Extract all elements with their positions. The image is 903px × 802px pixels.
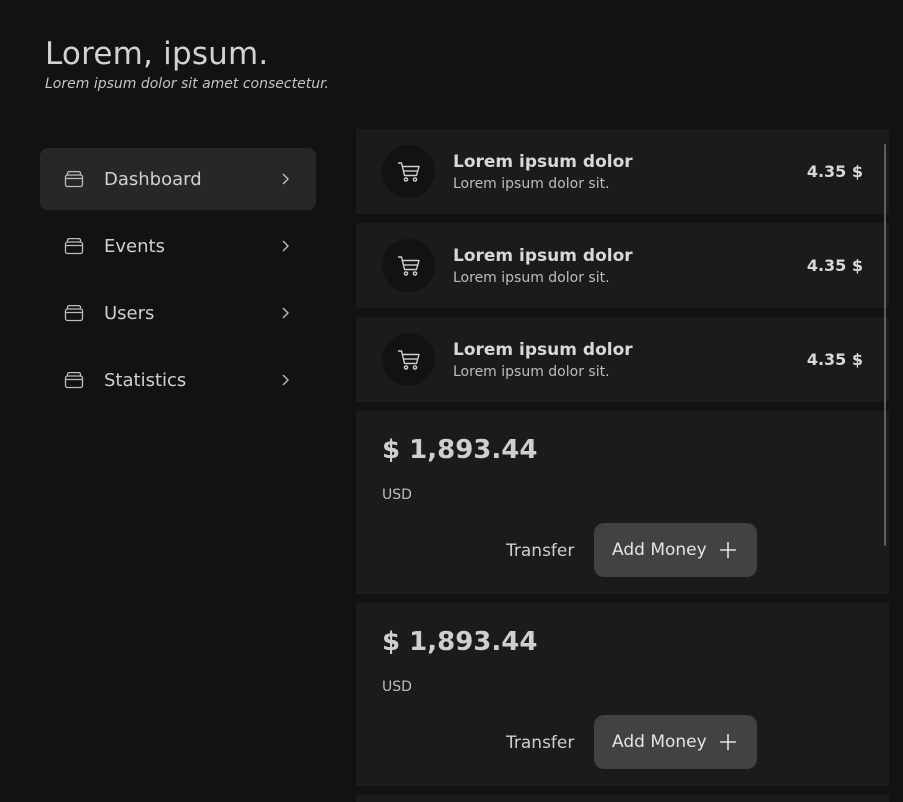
- chevron-right-icon: [280, 239, 290, 253]
- transaction-amount: 4.35 $: [806, 350, 863, 369]
- transaction-row[interactable]: Lorem ipsum dolor Lorem ipsum dolor sit.…: [356, 129, 889, 214]
- cart-icon: [382, 333, 435, 386]
- sidebar-item-label: Events: [104, 235, 165, 257]
- transaction-row[interactable]: Lorem ipsum dolor Lorem ipsum dolor sit.…: [356, 223, 889, 308]
- add-money-button[interactable]: Add Money: [594, 715, 757, 769]
- sidebar-item-events[interactable]: Events: [40, 215, 316, 277]
- transaction-row[interactable]: Lorem ipsum dolor Lorem ipsum dolor sit.…: [356, 317, 889, 402]
- wallet-icon: [64, 370, 84, 390]
- sidebar-item-label: Dashboard: [104, 168, 202, 190]
- page-subtitle: Lorem ipsum dolor sit amet consectetur.: [45, 76, 329, 92]
- sidebar-item-label: Users: [104, 302, 155, 324]
- balance-amount: $ 1,893.44: [382, 627, 538, 657]
- page-title: Lorem, ipsum.: [45, 36, 269, 72]
- balance-amount: $ 1,893.44: [382, 435, 538, 465]
- chevron-right-icon: [280, 306, 290, 320]
- wallet-icon: [64, 236, 84, 256]
- transaction-title: Lorem ipsum dolor: [453, 151, 633, 172]
- transaction-subtitle: Lorem ipsum dolor sit.: [453, 175, 610, 192]
- balance-currency: USD: [382, 487, 412, 503]
- transaction-subtitle: Lorem ipsum dolor sit.: [453, 269, 610, 286]
- balance-card: $ 1,893.44 USD Transfer Add Money: [356, 603, 889, 786]
- wallet-icon: [64, 303, 84, 323]
- sidebar-nav: Dashboard Events Users Statistics: [40, 148, 316, 416]
- chevron-right-icon: [280, 373, 290, 387]
- transaction-subtitle: Lorem ipsum dolor sit.: [453, 363, 610, 380]
- sidebar-item-label: Statistics: [104, 369, 187, 391]
- transaction-title: Lorem ipsum dolor: [453, 339, 633, 360]
- chevron-right-icon: [280, 172, 290, 186]
- add-money-button[interactable]: Add Money: [594, 523, 757, 577]
- cart-icon: [382, 239, 435, 292]
- sidebar-item-dashboard[interactable]: Dashboard: [40, 148, 316, 210]
- balance-card-partial: [356, 795, 889, 802]
- transaction-title: Lorem ipsum dolor: [453, 245, 633, 266]
- balance-currency: USD: [382, 679, 412, 695]
- scrollbar[interactable]: [884, 144, 886, 546]
- wallet-icon: [64, 169, 84, 189]
- transfer-button[interactable]: Transfer: [506, 733, 574, 753]
- plus-icon: [719, 733, 737, 751]
- balance-card: $ 1,893.44 USD Transfer Add Money: [356, 411, 889, 594]
- cart-icon: [382, 145, 435, 198]
- sidebar-item-users[interactable]: Users: [40, 282, 316, 344]
- transfer-button[interactable]: Transfer: [506, 541, 574, 561]
- transaction-amount: 4.35 $: [806, 162, 863, 181]
- add-money-label: Add Money: [612, 732, 707, 752]
- page-header: Lorem, ipsum. Lorem ipsum dolor sit amet…: [45, 36, 329, 92]
- add-money-label: Add Money: [612, 540, 707, 560]
- sidebar-item-statistics[interactable]: Statistics: [40, 349, 316, 411]
- main-content: Lorem ipsum dolor Lorem ipsum dolor sit.…: [356, 129, 889, 802]
- transaction-amount: 4.35 $: [806, 256, 863, 275]
- plus-icon: [719, 541, 737, 559]
